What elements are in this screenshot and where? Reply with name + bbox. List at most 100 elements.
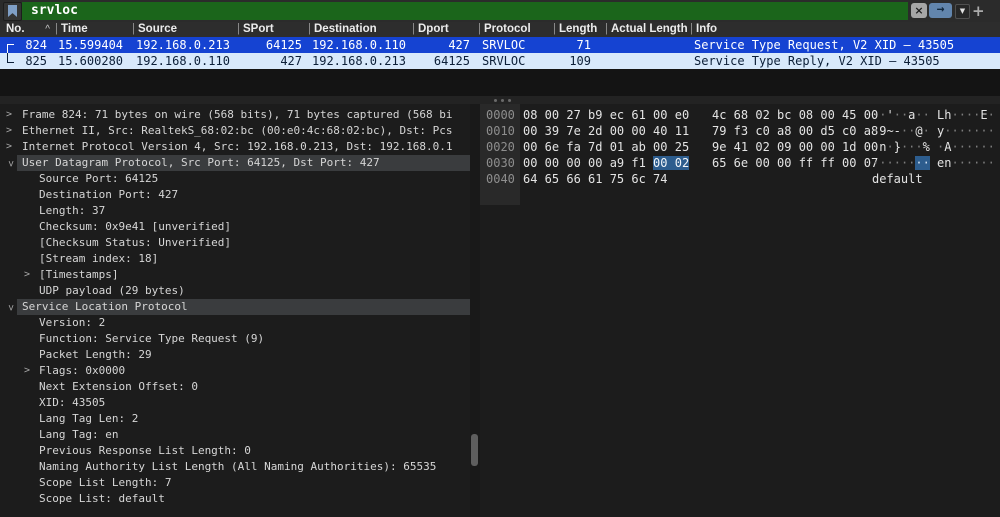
- detail-row[interactable]: Next Extension Offset: 0: [0, 379, 470, 395]
- byte-offset: 0010: [486, 124, 515, 138]
- detail-row[interactable]: Version: 2: [0, 315, 470, 331]
- detail-row[interactable]: > Flags: 0x0000: [0, 363, 470, 379]
- packet-row-824[interactable]: 824 15.599404 192.168.0.213 64125 192.168.0.…: [0, 37, 1000, 54]
- chevron-expanded-icon[interactable]: >: [2, 161, 18, 167]
- byte-offset: 0020: [486, 140, 515, 154]
- column-header-sport[interactable]: | SPort: [237, 22, 308, 37]
- ascii-group2: Lh····E·: [937, 108, 995, 122]
- clear-filter-button[interactable]: ×: [911, 3, 927, 18]
- ascii-group2: y·······: [937, 124, 995, 138]
- hex-bytes-group1: 08 00 27 b9 ec 61 00 e0: [523, 108, 690, 122]
- cell-protocol: SRVLOC: [482, 38, 526, 52]
- splitter-grip-dot: [508, 99, 511, 102]
- detail-text: UDP payload (29 bytes): [39, 284, 185, 297]
- column-header-actual_length[interactable]: | Actual Length: [605, 22, 690, 37]
- detail-text: Lang Tag: en: [39, 428, 119, 441]
- column-header-source[interactable]: | Source: [132, 22, 237, 37]
- detail-row[interactable]: Packet Length: 29: [0, 347, 470, 363]
- detail-row[interactable]: > Service Location Protocol: [0, 299, 470, 315]
- detail-text: Internet Protocol Version 4, Src: 192.16…: [22, 140, 453, 153]
- ascii-group1: ········: [872, 156, 930, 170]
- column-header-time[interactable]: | Time: [55, 22, 132, 37]
- hex-bytes-group1: 00 6e fa 7d 01 ab 00 25: [523, 140, 690, 154]
- display-filter-input[interactable]: srvloc: [22, 2, 908, 20]
- hex-bytes-group2: 65 6e 00 00 ff ff 00 07: [712, 156, 879, 170]
- column-separator: |: [478, 23, 481, 35]
- detail-row[interactable]: UDP payload (29 bytes): [0, 283, 470, 299]
- chevron-collapsed-icon[interactable]: >: [6, 107, 12, 123]
- detail-row[interactable]: Checksum: 0x9e41 [unverified]: [0, 219, 470, 235]
- column-separator: |: [605, 23, 608, 35]
- hex-bytes-group2: 4c 68 02 bc 08 00 45 00: [712, 108, 879, 122]
- column-header-info[interactable]: | Info: [690, 22, 1000, 37]
- detail-row[interactable]: > Ethernet II, Src: RealtekS_68:02:bc (00…: [0, 123, 470, 139]
- pane-splitter-horizontal[interactable]: [0, 96, 1000, 104]
- detail-row[interactable]: > Frame 824: 71 bytes on wire (568 bits),…: [0, 107, 470, 123]
- detail-row[interactable]: > Internet Protocol Version 4, Src: 192.1…: [0, 139, 470, 155]
- column-separator: |: [412, 23, 415, 35]
- chevron-collapsed-icon[interactable]: >: [24, 363, 30, 379]
- byte-offset: 0000: [486, 108, 515, 122]
- column-label: Source: [138, 23, 177, 35]
- conversation-bracket-end: [7, 53, 14, 63]
- details-scrollbar[interactable]: [470, 104, 480, 517]
- cell-source: 192.168.0.213: [136, 38, 230, 52]
- column-label: Actual Length: [611, 23, 688, 35]
- apply-filter-button[interactable]: →: [929, 3, 952, 18]
- detail-row[interactable]: Lang Tag Len: 2: [0, 411, 470, 427]
- byte-offset: 0040: [486, 172, 515, 186]
- chevron-collapsed-icon[interactable]: >: [6, 139, 12, 155]
- detail-text: Frame 824: 71 bytes on wire (568 bits), …: [22, 108, 453, 121]
- cell-time: 15.600280: [58, 54, 124, 68]
- ascii-group2: ·A······: [937, 140, 995, 154]
- packet-row-825[interactable]: 825 15.600280 192.168.0.110 427 192.168.0.21…: [0, 53, 1000, 69]
- column-header-length[interactable]: | Length: [553, 22, 605, 37]
- byte-offset: 0030: [486, 156, 515, 170]
- hex-row-0020[interactable]: 0020 00 6e fa 7d 01 ab 00 25 9e 41 02 09 0…: [480, 139, 1000, 155]
- detail-text: User Datagram Protocol, Src Port: 64125,…: [22, 156, 380, 169]
- chevron-collapsed-icon[interactable]: >: [24, 267, 30, 283]
- packet-list-empty-area: [0, 69, 1000, 96]
- details-scrollbar-thumb[interactable]: [471, 434, 478, 466]
- wireshark-window: srvloc × → ▼ + No. ^ | Time | Source | SPort | De…: [0, 0, 1000, 517]
- ascii-group1: ··'··a··: [872, 108, 930, 122]
- packet-bytes-pane: 0000 08 00 27 b9 ec 61 00 e0 4c 68 02 bc 0…: [480, 104, 1000, 517]
- detail-row[interactable]: Source Port: 64125: [0, 171, 470, 187]
- hex-row-0010[interactable]: 0010 00 39 7e 2d 00 00 40 11 79 f3 c0 a8 0…: [480, 123, 1000, 139]
- chevron-expanded-icon[interactable]: >: [2, 305, 18, 311]
- detail-row[interactable]: Previous Response List Length: 0: [0, 443, 470, 459]
- column-header-protocol[interactable]: | Protocol: [478, 22, 553, 37]
- detail-text: Length: 37: [39, 204, 106, 217]
- chevron-collapsed-icon[interactable]: >: [6, 123, 12, 139]
- detail-text: Source Port: 64125: [39, 172, 159, 185]
- detail-row[interactable]: Lang Tag: en: [0, 427, 470, 443]
- detail-row[interactable]: > [Timestamps]: [0, 267, 470, 283]
- detail-row[interactable]: > User Datagram Protocol, Src Port: 64125…: [0, 155, 470, 171]
- hex-row-0000[interactable]: 0000 08 00 27 b9 ec 61 00 e0 4c 68 02 bc 0…: [480, 107, 1000, 123]
- column-header-destination[interactable]: | Destination: [308, 22, 412, 37]
- detail-text: [Stream index: 18]: [39, 252, 159, 265]
- detail-row[interactable]: Destination Port: 427: [0, 187, 470, 203]
- detail-row[interactable]: [Checksum Status: Unverified]: [0, 235, 470, 251]
- add-filter-button[interactable]: +: [972, 2, 985, 21]
- cell-dport: 64125: [433, 54, 470, 68]
- packet-list: 824 15.599404 192.168.0.213 64125 192.168.0.…: [0, 37, 1000, 69]
- detail-row[interactable]: Naming Authority List Length (All Naming…: [0, 459, 470, 475]
- detail-row[interactable]: [Stream index: 18]: [0, 251, 470, 267]
- column-separator: |: [55, 23, 58, 35]
- hex-bytes-group1: 00 39 7e 2d 00 00 40 11: [523, 124, 690, 138]
- column-label: Dport: [418, 23, 449, 35]
- detail-row[interactable]: Function: Service Type Request (9): [0, 331, 470, 347]
- detail-row[interactable]: Scope List Length: 7: [0, 475, 470, 491]
- filter-bookmark-button[interactable]: [3, 2, 22, 21]
- filter-dropdown-button[interactable]: ▼: [955, 4, 970, 19]
- column-separator: |: [237, 23, 240, 35]
- column-header-no[interactable]: No. ^: [0, 22, 55, 37]
- detail-row[interactable]: XID: 43505: [0, 395, 470, 411]
- detail-row[interactable]: Scope List: default: [0, 491, 470, 507]
- column-header-dport[interactable]: | Dport: [412, 22, 478, 37]
- hex-row-0040[interactable]: 0040 64 65 66 61 75 6c 74 default: [480, 171, 1000, 187]
- hex-row-0030[interactable]: 0030 00 00 00 00 a9 f1 00 02 65 6e 00 00 f…: [480, 155, 1000, 171]
- detail-row[interactable]: Length: 37: [0, 203, 470, 219]
- cell-sport: 427: [280, 54, 302, 68]
